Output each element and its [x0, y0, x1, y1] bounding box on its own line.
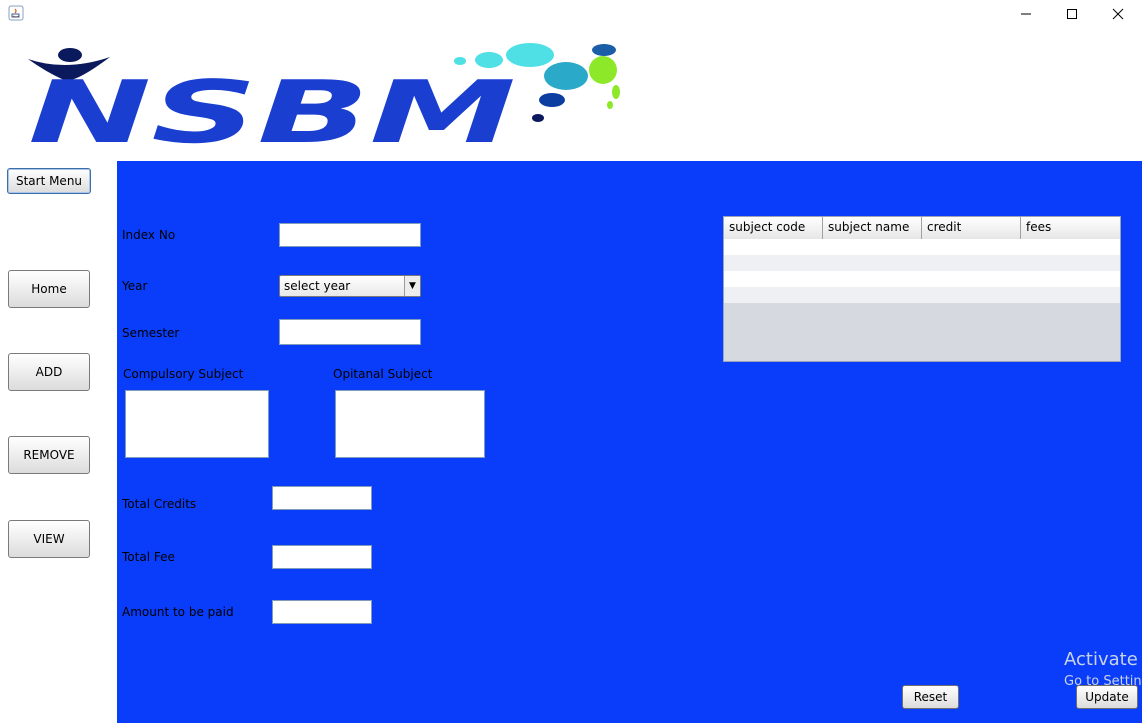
optional-subject-label: Opitanal Subject	[333, 367, 433, 381]
index-no-input[interactable]	[279, 223, 421, 247]
year-select[interactable]: select year ▼	[279, 275, 421, 297]
remove-button[interactable]: REMOVE	[8, 436, 90, 474]
index-no-label: Index No	[122, 228, 176, 242]
column-header-subject-name[interactable]: subject name	[823, 217, 922, 239]
nsbm-logo: NSBM	[26, 42, 626, 163]
total-credits-input[interactable]	[272, 486, 372, 510]
compulsory-subject-label: Compulsory Subject	[123, 367, 244, 381]
add-button[interactable]: ADD	[8, 353, 90, 391]
semester-label: Semester	[122, 326, 180, 340]
close-icon	[1112, 8, 1124, 20]
compulsory-subject-area[interactable]	[125, 390, 269, 458]
semester-input[interactable]	[279, 319, 421, 345]
maximize-button[interactable]	[1049, 0, 1095, 28]
total-fee-input[interactable]	[272, 545, 372, 569]
year-select-value: select year	[284, 279, 351, 293]
optional-subject-area[interactable]	[335, 390, 485, 458]
amount-to-pay-input[interactable]	[272, 600, 372, 624]
minimize-button[interactable]	[1003, 0, 1049, 28]
start-menu-button[interactable]: Start Menu	[7, 168, 91, 194]
close-button[interactable]	[1095, 0, 1141, 28]
subject-table[interactable]: subject code subject name credit fees	[723, 216, 1121, 362]
column-header-credit[interactable]: credit	[922, 217, 1021, 239]
content-panel: Index No Year select year ▼ Semester Com…	[117, 161, 1142, 723]
java-app-icon	[8, 5, 24, 21]
reset-button[interactable]: Reset	[902, 685, 959, 709]
total-fee-label: Total Fee	[122, 550, 175, 564]
table-row[interactable]	[724, 255, 1120, 271]
total-credits-label: Total Credits	[122, 497, 197, 511]
home-button[interactable]: Home	[8, 270, 90, 308]
update-button[interactable]: Update	[1076, 685, 1138, 709]
amount-to-pay-label: Amount to be paid	[122, 605, 234, 619]
maximize-icon	[1067, 9, 1077, 19]
column-header-fees[interactable]: fees	[1021, 217, 1120, 239]
activation-watermark-title: Activate W	[1064, 649, 1142, 670]
table-row[interactable]	[724, 271, 1120, 287]
logo-text: NSBM	[28, 63, 516, 148]
column-header-subject-code[interactable]: subject code	[724, 217, 823, 239]
table-row[interactable]	[724, 287, 1120, 303]
year-label: Year	[122, 279, 148, 293]
chevron-down-icon[interactable]: ▼	[404, 276, 420, 296]
table-header: subject code subject name credit fees	[724, 217, 1120, 240]
minimize-icon	[1021, 13, 1031, 15]
table-row[interactable]	[724, 239, 1120, 255]
view-button[interactable]: VIEW	[8, 520, 90, 558]
